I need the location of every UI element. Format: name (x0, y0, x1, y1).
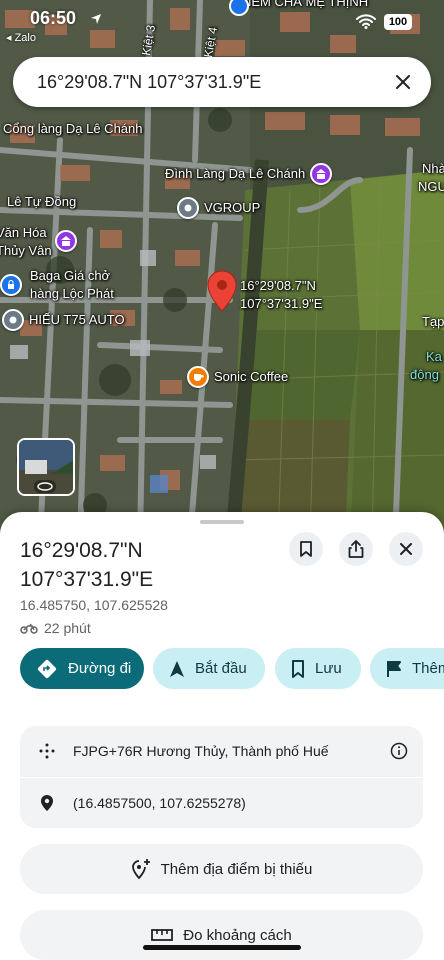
start-label: Bắt đầu (195, 660, 247, 677)
more-label: Thêm (412, 660, 444, 677)
wifi-icon (356, 13, 376, 34)
rotate-360-icon (34, 480, 56, 493)
plus-code-text: FJPG+76R Hương Thủy, Thành phố Huế (73, 743, 329, 759)
coordinates-row[interactable]: (16.4857500, 107.6255278) (20, 778, 423, 828)
place-title: 16°29'08.7"N 107°37'31.9"E (20, 539, 154, 591)
share-icon (348, 540, 364, 558)
decimal-coordinates: 16.485750, 107.625528 (20, 597, 168, 613)
poi-hieu-auto[interactable]: HIẾU T75 AUTO (2, 309, 125, 331)
culture-house-icon[interactable] (55, 230, 77, 252)
action-chips: Đường đi Bắt đầu Lưu Thêm (20, 648, 444, 690)
add-location-icon (131, 859, 150, 880)
search-box[interactable]: 16°29'08.7"N 107°37'31.9"E (13, 57, 431, 107)
poi-hieu-auto-label: HIẾU T75 AUTO (29, 312, 125, 327)
plus-code-row[interactable]: FJPG+76R Hương Thủy, Thành phố Huế (20, 726, 423, 776)
poi-vgroup-label: VGROUP (204, 200, 261, 215)
coffee-icon (187, 366, 209, 388)
measure-distance-button[interactable]: Đo khoảng cách (20, 910, 423, 960)
place-info-card: FJPG+76R Hương Thủy, Thành phố Huế (16.4… (20, 726, 423, 828)
plus-code-icon (37, 741, 57, 761)
back-to-zalo[interactable]: ◂ Zalo (6, 31, 36, 44)
save-button[interactable]: Lưu (275, 648, 361, 689)
map-label-edge-ka: Ka (426, 349, 442, 364)
directions-button[interactable]: Đường đi (20, 648, 144, 689)
map-label-edge-dong: động (410, 367, 439, 382)
home-indicator[interactable] (143, 945, 301, 950)
save-bookmark-button[interactable] (289, 532, 323, 566)
poi-sonic-coffee-label: Sonic Coffee (214, 369, 289, 384)
close-sheet-button[interactable] (389, 532, 423, 566)
share-button[interactable] (339, 532, 373, 566)
ruler-icon (151, 929, 174, 941)
map-label-edge-ngu: NGU (418, 179, 444, 194)
measure-distance-label: Đo khoảng cách (183, 926, 292, 944)
map-label-baga-2[interactable]: hàng Lộc Phát (30, 286, 114, 302)
place-icon (2, 309, 24, 331)
motorbike-icon (20, 623, 38, 634)
flag-icon (387, 660, 401, 677)
drag-handle[interactable] (200, 520, 244, 524)
more-button[interactable]: Thêm (370, 648, 444, 689)
pin-label-lng: 107°37'31.9"E (240, 296, 323, 311)
shop-icon[interactable] (0, 274, 22, 296)
travel-time: 22 phút (20, 620, 91, 636)
bookmark-icon (292, 659, 304, 678)
navigation-arrow-icon (170, 660, 184, 677)
add-missing-place-label: Thêm địa điểm bị thiếu (160, 860, 313, 878)
start-button[interactable]: Bắt đầu (153, 648, 265, 689)
poi-vgroup[interactable]: VGROUP (177, 197, 260, 219)
status-bar: 06:50 ◂ Zalo 100 (0, 0, 444, 44)
map-label-baga-1[interactable]: Baga Giá chở (30, 268, 110, 284)
street-view-thumbnail[interactable] (17, 438, 75, 496)
close-icon[interactable] (389, 68, 417, 96)
info-icon[interactable] (390, 742, 408, 765)
place-details-sheet[interactable]: 16°29'08.7"N 107°37'31.9"E 16.485750, 10… (0, 512, 444, 960)
travel-time-text: 22 phút (44, 620, 91, 636)
poi-dinh-lang-label: Đình Làng Dạ Lê Chánh (165, 166, 306, 181)
landmark-icon (310, 163, 333, 185)
location-pin-small-icon (37, 793, 57, 813)
place-icon (177, 197, 199, 219)
status-time: 06:50 (30, 8, 77, 28)
poi-sonic-coffee[interactable]: Sonic Coffee (187, 366, 288, 388)
directions-label: Đường đi (68, 660, 132, 677)
map-label-edge-tap: Tạp (422, 314, 444, 329)
location-arrow-icon (90, 12, 102, 30)
map-label-van-hoa-2: Thủy Vân (0, 243, 52, 258)
map-label-le-tu-dong: Lê Tự Đồng (7, 194, 77, 209)
close-icon (400, 543, 412, 555)
map-label-cong-lang[interactable]: Cổng làng Dạ Lê Chánh (3, 121, 143, 137)
search-query[interactable]: 16°29'08.7"N 107°37'31.9"E (37, 72, 261, 93)
add-missing-place-button[interactable]: Thêm địa điểm bị thiếu (20, 844, 423, 894)
save-label: Lưu (315, 660, 342, 677)
battery-indicator: 100 (384, 14, 412, 30)
pin-label-lat: 16°29'08.7"N (240, 278, 316, 293)
location-pin-icon[interactable] (207, 270, 237, 317)
poi-dinh-lang[interactable]: Đình Làng Dạ Lê Chánh (165, 163, 333, 185)
bookmark-icon (300, 541, 312, 557)
coordinates-text: (16.4857500, 107.6255278) (73, 795, 246, 811)
map-label-van-hoa-1: Văn Hóa (0, 225, 47, 240)
directions-icon (37, 659, 57, 678)
map-label-edge-nha: Nhà (422, 161, 444, 176)
